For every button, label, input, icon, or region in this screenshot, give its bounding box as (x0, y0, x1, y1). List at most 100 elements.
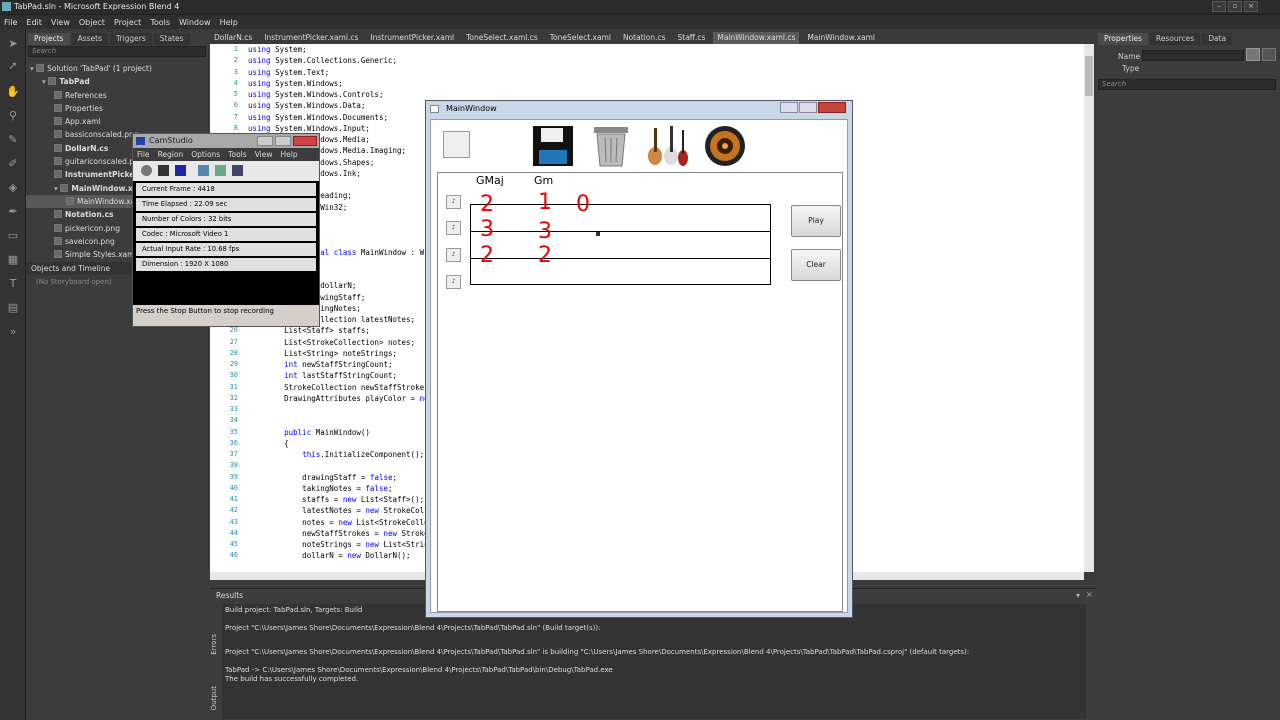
tab-assets[interactable]: Assets (71, 33, 108, 45)
clear-button[interactable]: Clear (791, 249, 841, 281)
tree-item[interactable]: ▾ TabPad (26, 75, 210, 88)
play-button[interactable]: Play (791, 205, 841, 237)
assets-tool-icon[interactable]: » (5, 325, 21, 339)
staff-line (471, 231, 770, 232)
string-button[interactable]: ♪ (446, 221, 461, 235)
file-icon (54, 250, 62, 259)
tab-data[interactable]: Data (1202, 33, 1233, 45)
zoom-tool-icon[interactable]: ⚲ (5, 109, 21, 123)
rectangle-tool-icon[interactable]: ▭ (5, 229, 21, 243)
scroll-thumb[interactable] (1085, 56, 1093, 96)
tab-triggers[interactable]: Triggers (110, 33, 152, 45)
mw-maximize-icon[interactable] (799, 102, 817, 113)
code-line: List<Staff> staffs; (248, 326, 370, 336)
tab-resources[interactable]: Resources (1149, 33, 1201, 45)
controls-tool-icon[interactable]: ▤ (5, 301, 21, 315)
tree-item[interactable]: App.xaml (26, 115, 210, 128)
string-button[interactable]: ♪ (446, 275, 461, 289)
camstudio-menu: File Region Options Tools View Help (133, 148, 319, 161)
string-button[interactable]: ♪ (446, 195, 461, 209)
doc-tab[interactable]: MainWindow.xaml (803, 32, 879, 44)
pen-tool-icon[interactable]: ✒ (5, 205, 21, 219)
stop-icon[interactable] (175, 165, 186, 176)
menu-window[interactable]: Window (179, 18, 211, 27)
tab-errors[interactable]: Errors (210, 634, 222, 655)
doc-tab[interactable]: Staff.cs (674, 32, 710, 44)
view-grid-icon[interactable] (1246, 48, 1260, 61)
tree-item-label: pickericon.png (65, 223, 120, 233)
cam-minimize-icon[interactable] (257, 136, 273, 146)
view-list-icon[interactable] (1262, 48, 1276, 61)
pin-icon[interactable]: ▾ (1076, 591, 1080, 600)
text-tool-icon[interactable]: T (5, 277, 21, 291)
project-search-input[interactable]: Search (28, 46, 206, 57)
tree-item[interactable]: References (26, 89, 210, 102)
doc-tab[interactable]: DollarN.cs (210, 32, 256, 44)
record-icon[interactable] (141, 165, 152, 176)
tab-canvas[interactable]: GMaj Gm ♪ ♪ ♪ ♪ 2 1 0 3 3 2 2 Play Clear (437, 172, 843, 612)
tree-item-label: bassiconscaled.png (65, 130, 139, 140)
instrument-picker-icon[interactable] (645, 124, 689, 168)
menu-help[interactable]: Help (220, 18, 238, 27)
color-swatch-button[interactable] (443, 131, 470, 158)
doc-tab[interactable]: MainWindow.xaml.cs (713, 32, 800, 44)
line-number: 43 (229, 517, 238, 526)
doc-tab[interactable]: InstrumentPicker.xaml.cs (260, 32, 362, 44)
menu-tools[interactable]: Tools (150, 18, 170, 27)
tab-properties[interactable]: Properties (1098, 33, 1148, 45)
speaker-icon[interactable] (703, 124, 747, 168)
cam-menu-tools[interactable]: Tools (228, 150, 246, 159)
menu-object[interactable]: Object (79, 18, 105, 27)
maximize-icon[interactable]: ▫ (1228, 1, 1242, 12)
close-icon[interactable]: × (1244, 1, 1258, 12)
properties-search-input[interactable]: Search (1098, 79, 1276, 90)
menu-file[interactable]: File (4, 18, 17, 27)
output-line: The build has successfully completed. (225, 675, 359, 683)
mw-close-icon[interactable] (818, 102, 846, 113)
webcam-icon[interactable] (232, 165, 243, 176)
code-line: using System.Text; (248, 67, 330, 77)
annotation-icon[interactable] (215, 165, 226, 176)
cam-menu-file[interactable]: File (137, 150, 150, 159)
line-number: 8 (233, 123, 238, 132)
name-field[interactable] (1142, 50, 1244, 61)
cam-menu-view[interactable]: View (255, 150, 273, 159)
cam-close-icon[interactable] (293, 136, 317, 146)
paint-bucket-icon[interactable]: ◈ (5, 181, 21, 195)
cam-menu-help[interactable]: Help (281, 150, 298, 159)
brush-transform-icon[interactable]: ✐ (5, 157, 21, 171)
results-header: Results (216, 591, 244, 600)
string-button[interactable]: ♪ (446, 248, 461, 262)
pan-tool-icon[interactable]: ✋ (5, 85, 21, 99)
doc-tab[interactable]: ToneSelect.xaml.cs (462, 32, 542, 44)
tab-projects[interactable]: Projects (28, 33, 70, 45)
selection-tool-icon[interactable]: ➤ (5, 37, 21, 51)
region-icon[interactable] (198, 165, 209, 176)
doc-tab[interactable]: ToneSelect.xaml (546, 32, 615, 44)
doc-tab[interactable]: Notation.cs (619, 32, 670, 44)
minimize-icon[interactable]: – (1212, 1, 1226, 12)
tab-staff[interactable] (470, 204, 771, 285)
editor-vertical-scrollbar[interactable] (1084, 44, 1094, 572)
close-results-icon[interactable]: × (1086, 590, 1093, 599)
pause-icon[interactable] (158, 165, 169, 176)
handwritten-note: 2 (538, 243, 552, 268)
tab-output[interactable]: Output (210, 686, 222, 710)
trash-icon[interactable] (591, 124, 631, 168)
cam-menu-region[interactable]: Region (158, 150, 184, 159)
file-icon (36, 64, 45, 72)
mw-minimize-icon[interactable] (780, 102, 798, 113)
save-floppy-icon[interactable] (531, 124, 575, 168)
cam-menu-options[interactable]: Options (191, 150, 220, 159)
menu-edit[interactable]: Edit (26, 18, 42, 27)
menu-project[interactable]: Project (114, 18, 141, 27)
doc-tab[interactable]: InstrumentPicker.xaml (366, 32, 458, 44)
direct-select-tool-icon[interactable]: ➚ (5, 59, 21, 73)
tree-item[interactable]: ▾ Solution 'TabPad' (1 project) (26, 62, 210, 75)
menu-view[interactable]: View (51, 18, 70, 27)
eyedropper-tool-icon[interactable]: ✎ (5, 133, 21, 147)
tab-states[interactable]: States (153, 33, 190, 45)
tree-item[interactable]: Properties (26, 102, 210, 115)
cam-maximize-icon[interactable] (275, 136, 291, 146)
layout-tool-icon[interactable]: ▦ (5, 253, 21, 267)
